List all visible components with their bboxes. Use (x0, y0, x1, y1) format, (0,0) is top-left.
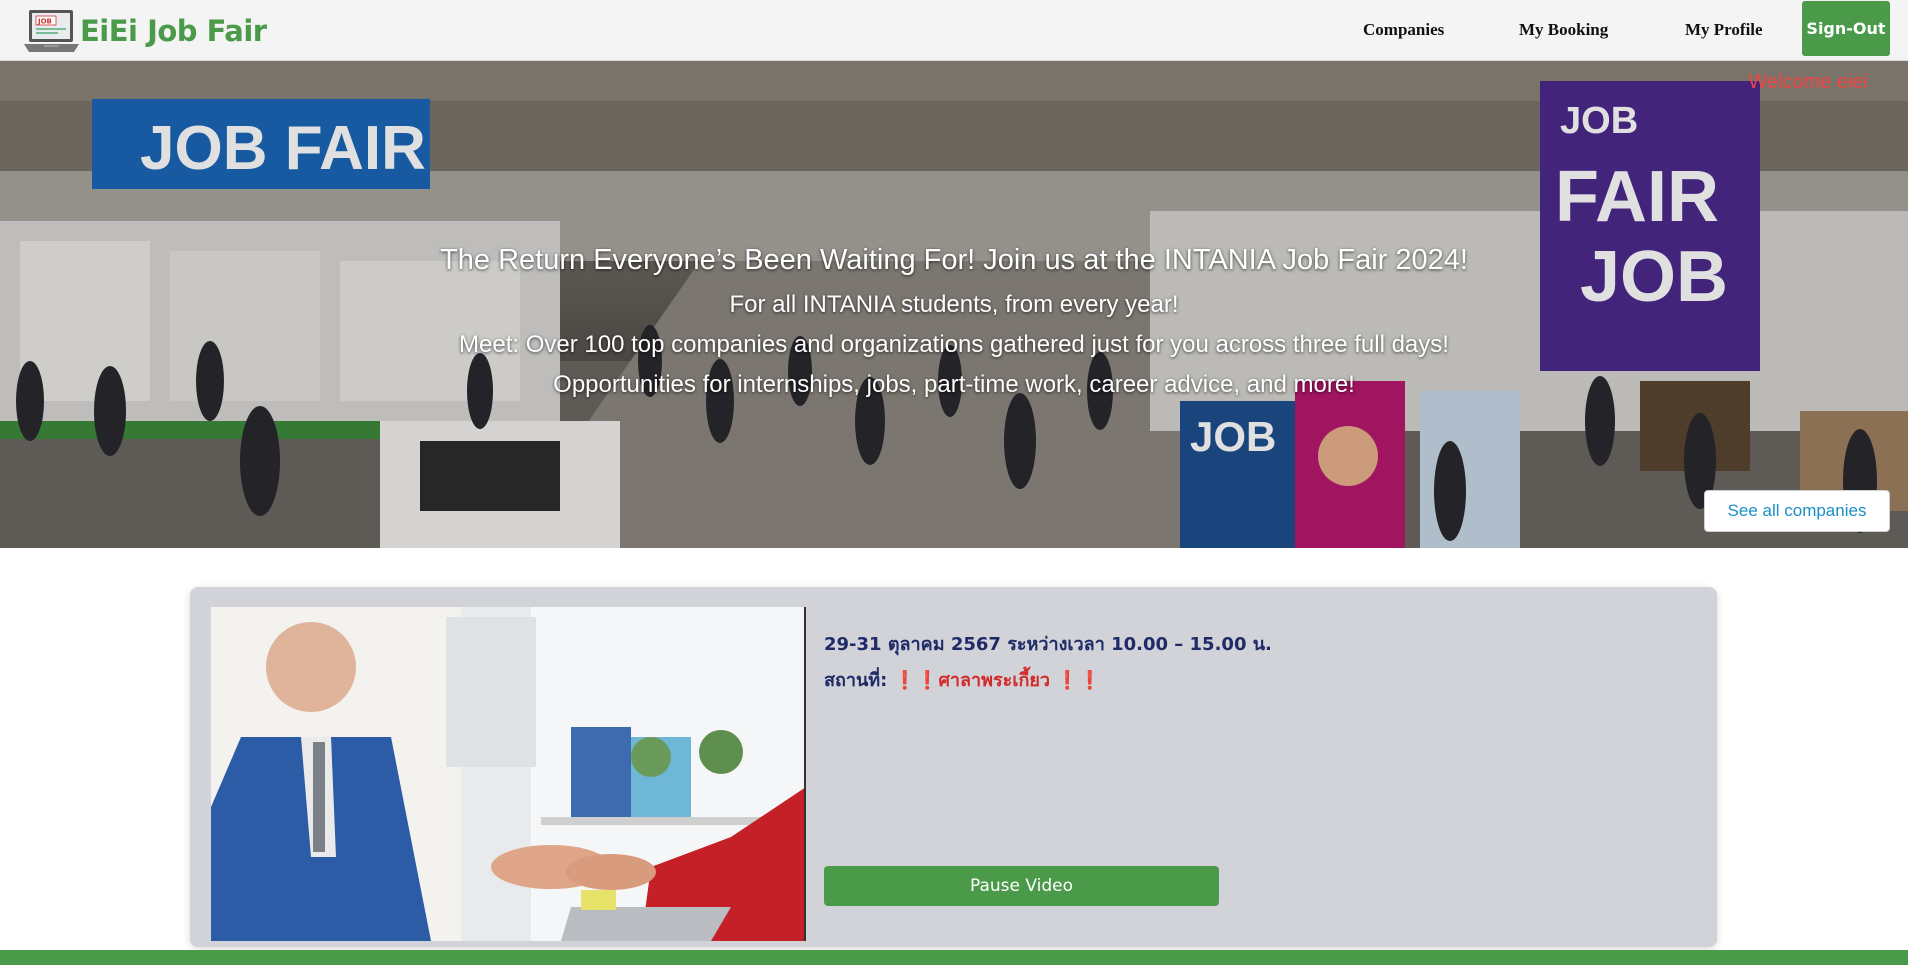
event-details: 29-31 ตุลาคม 2567 ระหว่างเวลา 10.00 – 15… (824, 629, 1272, 694)
venue-name: ❗❗ศาลาพระเกี้ยว ❗❗ (893, 670, 1102, 691)
venue-label: สถานที่: (824, 670, 894, 691)
hero-title: The Return Everyone’s Been Waiting For! … (440, 244, 1468, 276)
event-info-card: 29-31 ตุลาคม 2567 ระหว่างเวลา 10.00 – 15… (190, 587, 1717, 947)
footer-bar (0, 950, 1908, 965)
promo-video[interactable] (211, 607, 806, 941)
welcome-message: Welcome eiei (1748, 71, 1868, 93)
navbar: JOB EiEi Job Fair Companies My Booking M… (0, 0, 1908, 61)
hero-banner: JOB FAIR JOB FAIR JOB JOB Welcome eiei T… (0, 61, 1908, 548)
logo-text: EiEi Job Fair (80, 14, 267, 48)
laptop-logo-icon: JOB (24, 8, 79, 54)
nav-companies-link[interactable]: Companies (1363, 20, 1444, 40)
pause-video-button[interactable]: Pause Video (824, 866, 1219, 906)
event-date: 29-31 ตุลาคม 2567 ระหว่างเวลา 10.00 – 15… (824, 634, 1272, 655)
hero-subtitle-1: For all INTANIA students, from every yea… (729, 291, 1179, 318)
event-venue: สถานที่: ❗❗ศาลาพระเกี้ยว ❗❗ (824, 665, 1272, 694)
logo[interactable]: JOB EiEi Job Fair (24, 5, 267, 57)
see-all-companies-button[interactable]: See all companies (1704, 490, 1890, 532)
nav-my-profile-link[interactable]: My Profile (1685, 20, 1763, 40)
nav-my-booking-link[interactable]: My Booking (1519, 20, 1608, 40)
handshake-video-frame (211, 607, 806, 941)
logo-monitor-text: JOB (37, 18, 52, 26)
hero-subtitle-2: Meet: Over 100 top companies and organiz… (459, 331, 1449, 358)
sign-out-button[interactable]: Sign-Out (1802, 1, 1890, 56)
hero-subtitle-3: Opportunities for internships, jobs, par… (553, 371, 1355, 398)
